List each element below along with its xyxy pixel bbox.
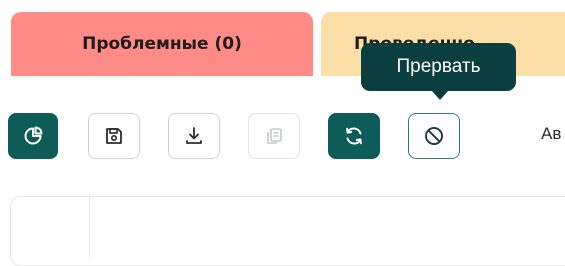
tab-problems[interactable]: Проблемные (0)	[11, 12, 313, 76]
copy-button[interactable]	[248, 113, 300, 159]
abort-tooltip: Прервать	[361, 43, 516, 91]
pie-chart-icon	[24, 126, 43, 145]
toolbar-trailing-text: Ав	[541, 124, 562, 143]
results-table	[10, 196, 565, 266]
download-icon	[186, 127, 202, 144]
abort-button[interactable]	[408, 113, 460, 159]
refresh-icon	[346, 127, 362, 145]
tooltip-arrow	[431, 90, 449, 100]
abort-tooltip-text: Прервать	[396, 56, 481, 77]
tab-problems-label: Проблемные (0)	[82, 34, 242, 54]
save-button[interactable]	[88, 113, 140, 159]
cancel-icon	[425, 127, 443, 145]
table-column-divider	[89, 197, 90, 257]
chart-button[interactable]	[8, 113, 58, 159]
save-icon	[106, 128, 122, 144]
copy-icon	[267, 128, 282, 144]
refresh-button[interactable]	[328, 113, 380, 159]
download-button[interactable]	[168, 113, 220, 159]
